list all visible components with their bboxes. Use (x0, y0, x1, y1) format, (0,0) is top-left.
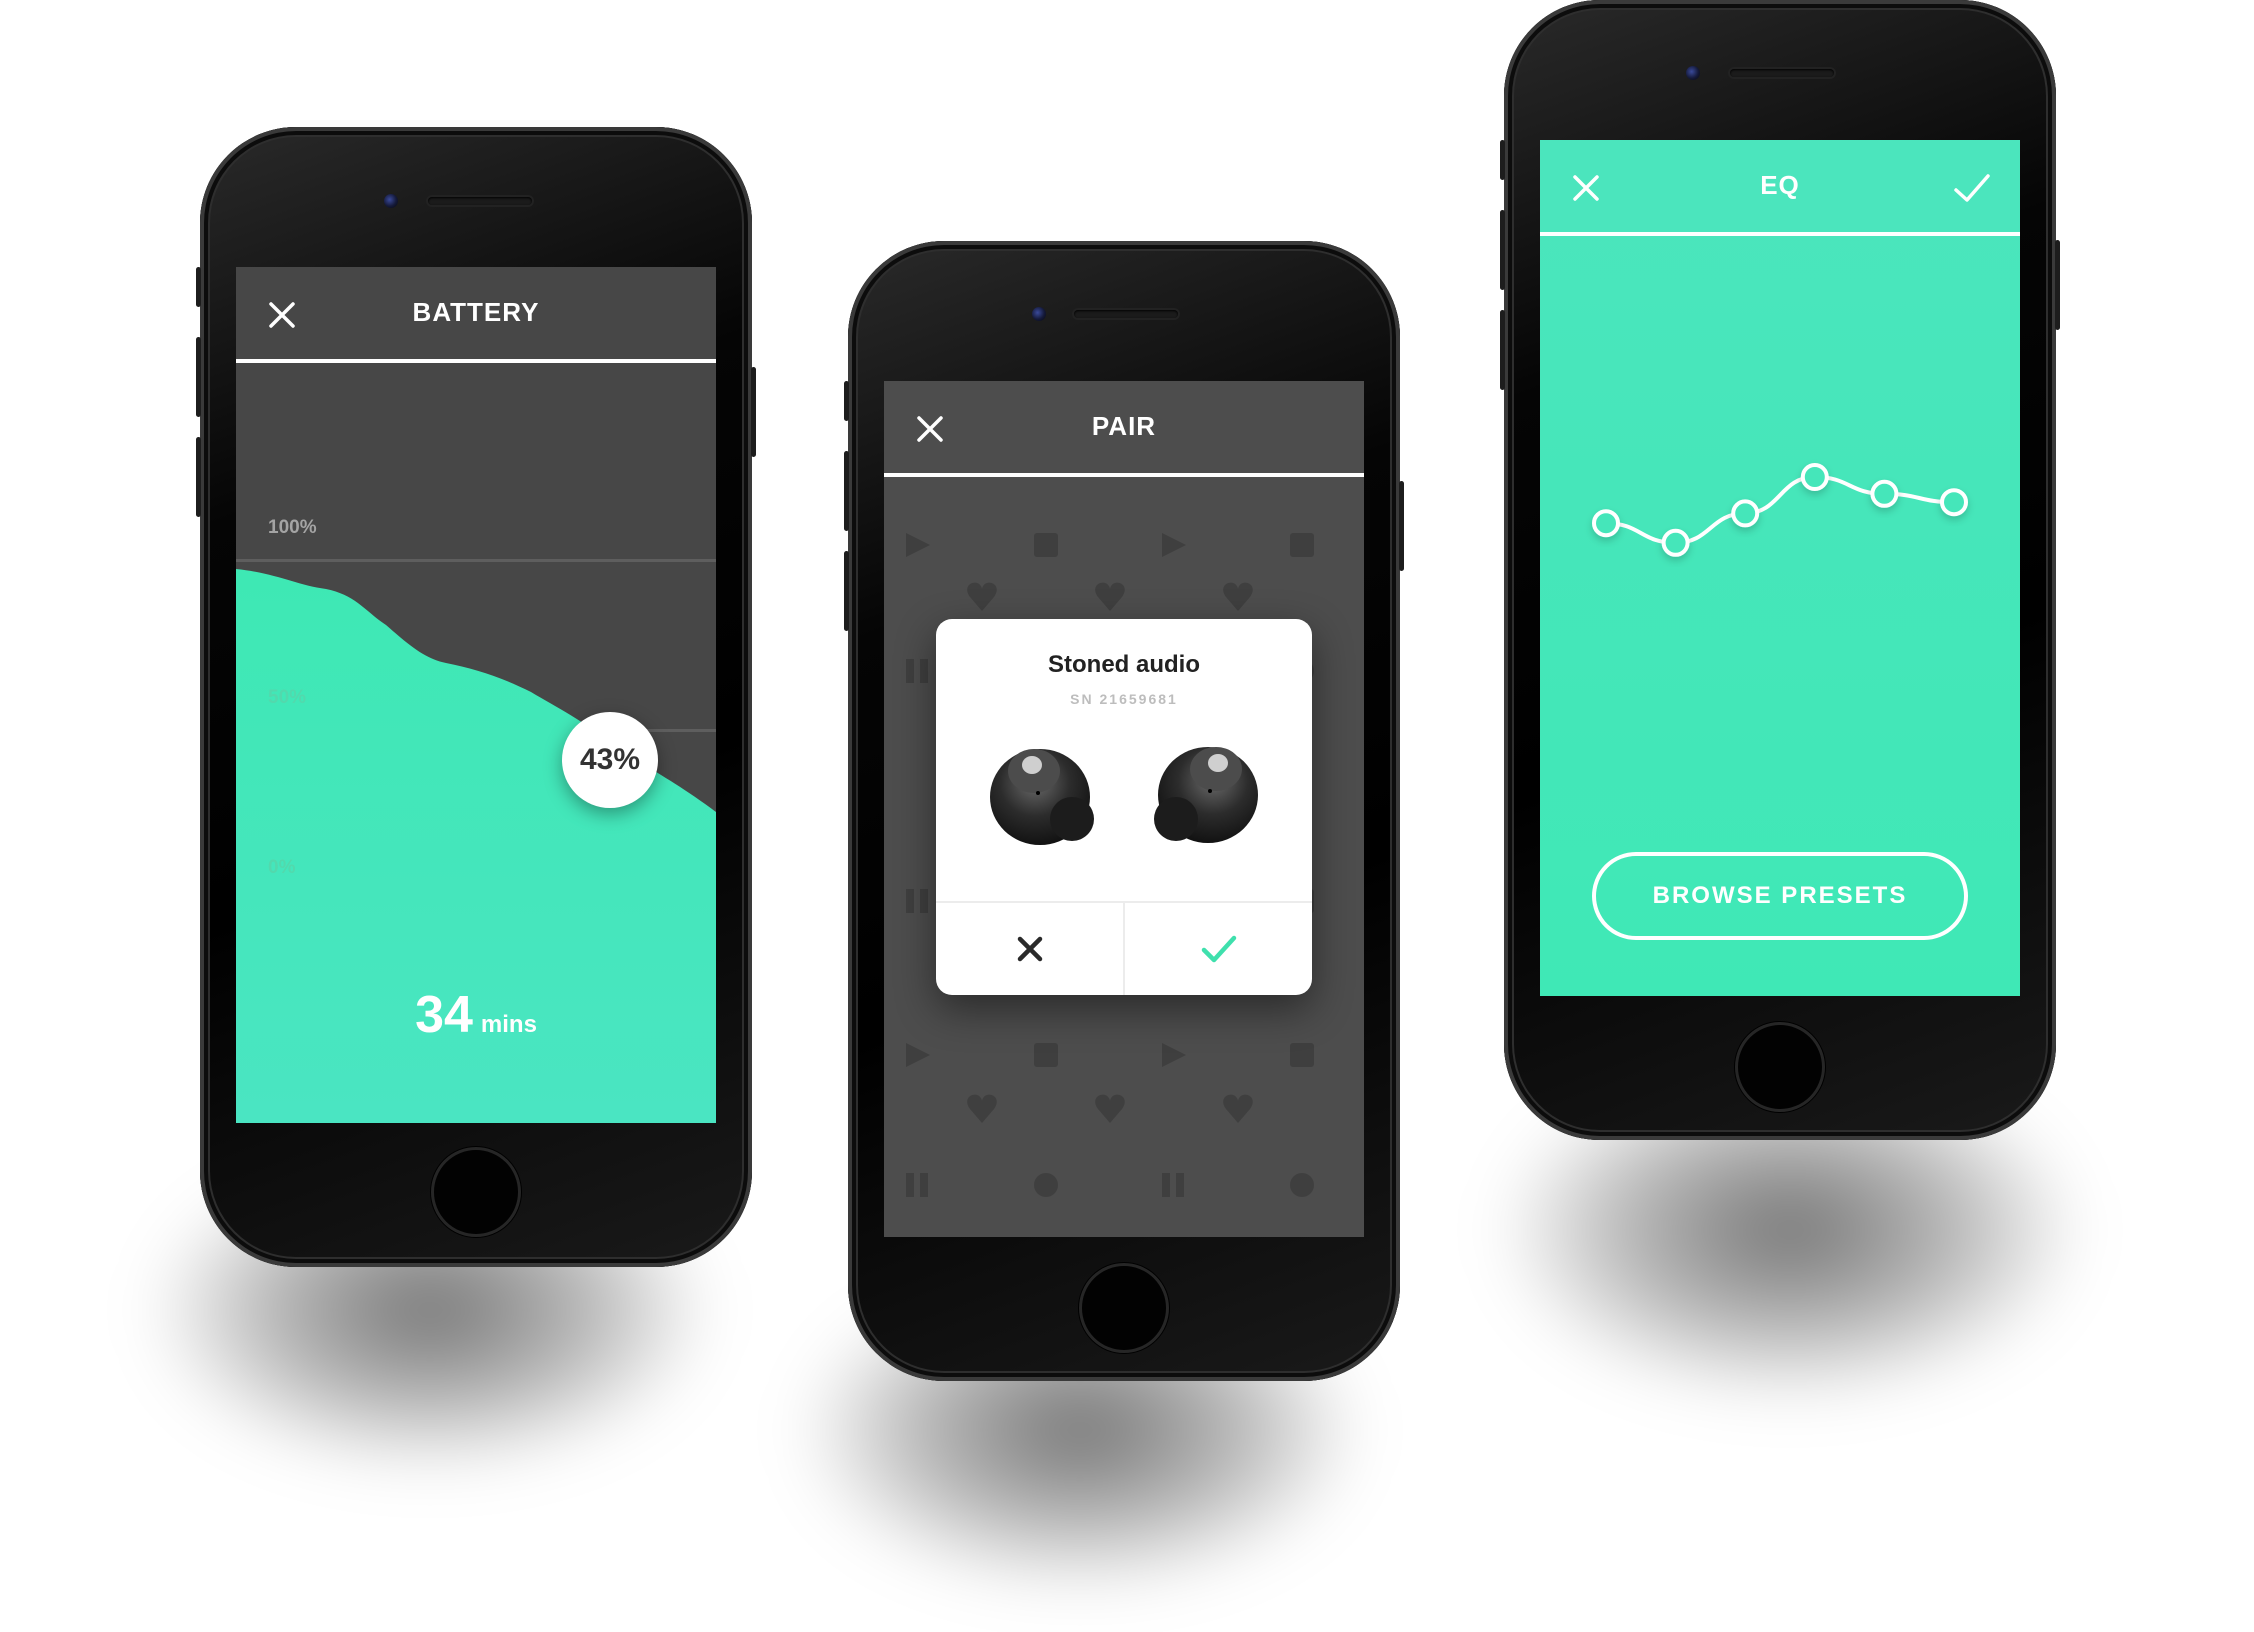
front-camera (1032, 307, 1046, 321)
phone-battery: 100% 50% 0% 43% 34 mins BATTERY (196, 127, 756, 1267)
dialog-actions (936, 901, 1312, 995)
mute-switch (196, 267, 201, 307)
eq-screen: EQ BROWSE PRESETS (1540, 140, 2020, 996)
eq-band-handle[interactable] (1800, 463, 1829, 491)
power-button (751, 367, 756, 457)
volume-down-button (196, 437, 201, 517)
power-button (2055, 240, 2060, 330)
volume-down-button (1500, 310, 1505, 390)
earpiece-speaker (1074, 310, 1178, 318)
page-title: PAIR (1091, 411, 1157, 441)
home-button[interactable] (1735, 1022, 1825, 1112)
check-icon (1201, 935, 1236, 963)
confirm-pair-button[interactable] (1123, 903, 1312, 995)
volume-down-button (844, 551, 849, 631)
volume-up-button (196, 337, 201, 417)
grid-label-50: 50% (268, 687, 307, 708)
power-button (1399, 481, 1404, 571)
eq-band-handle[interactable] (1940, 488, 1968, 517)
device-name: Stoned audio (1048, 651, 1200, 678)
remaining-value: 34 (415, 986, 473, 1044)
battery-screen: 100% 50% 0% 43% 34 mins BATTERY (236, 267, 716, 1123)
front-camera (384, 194, 398, 208)
volume-up-button (844, 451, 849, 531)
eq-band-handle[interactable] (1661, 528, 1690, 557)
battery-level-badge: 43% (562, 712, 658, 808)
page-title: BATTERY (412, 297, 540, 327)
device-serial: SN 21659681 (1070, 691, 1178, 707)
browse-presets-button[interactable]: BROWSE PRESETS (1592, 852, 1968, 940)
earpiece-speaker (428, 197, 532, 205)
right-earbud-image (1154, 747, 1258, 843)
volume-up-button (1500, 210, 1505, 290)
earpiece-speaker (1730, 69, 1834, 77)
left-earbud-image (990, 749, 1094, 845)
grid-label-0: 0% (268, 857, 296, 878)
pair-header: PAIR (884, 381, 1364, 477)
pair-screen: PAIR Stoned audio SN 21659681 (884, 381, 1364, 1237)
eq-band-handle[interactable] (1731, 499, 1760, 528)
phone-eq: EQ BROWSE PRESETS (1500, 0, 2060, 1140)
remaining-time: 34 mins (236, 985, 716, 1045)
home-button[interactable] (431, 1147, 521, 1237)
cancel-pair-button[interactable] (936, 903, 1123, 995)
mute-switch (1500, 140, 1505, 180)
home-button[interactable] (1079, 1263, 1169, 1353)
eq-band-handle[interactable] (1870, 479, 1899, 508)
pair-dialog: Stoned audio SN 21659681 (936, 619, 1312, 995)
close-icon (1017, 936, 1042, 962)
battery-header: BATTERY (236, 267, 716, 363)
mute-switch (844, 381, 849, 421)
grid-label-100: 100% (268, 517, 317, 538)
eq-band-handle[interactable] (1592, 509, 1620, 538)
remaining-unit: mins (480, 1011, 537, 1038)
phone-pair: PAIR Stoned audio SN 21659681 (844, 241, 1404, 1381)
front-camera (1686, 66, 1700, 80)
